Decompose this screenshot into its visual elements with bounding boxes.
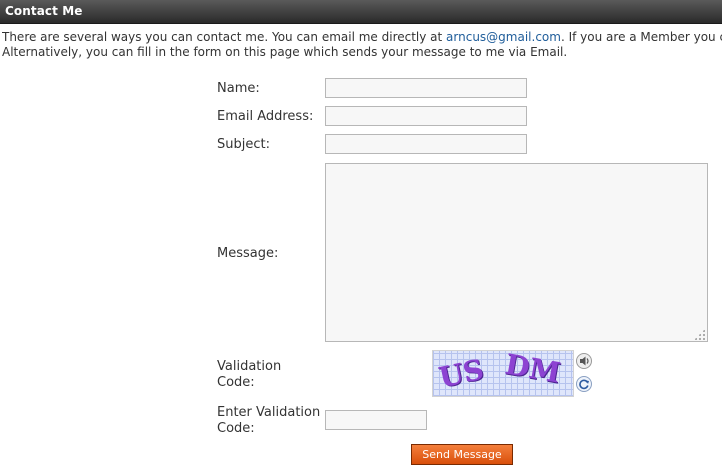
- message-field[interactable]: [325, 163, 708, 342]
- email-label: Email Address:: [217, 109, 314, 124]
- intro-line-2: Alternatively, you can fill in the form …: [2, 44, 568, 59]
- captcha-image: US DM: [432, 350, 574, 397]
- subject-field[interactable]: [325, 134, 527, 154]
- validation-code-label: Validation Code:: [217, 359, 281, 391]
- validation-label-line-1: Validation: [217, 359, 282, 374]
- message-label: Message:: [217, 246, 279, 261]
- validation-code-field[interactable]: [325, 410, 427, 430]
- intro-line-1: There are several ways you can contact m…: [2, 30, 722, 45]
- speaker-icon[interactable]: [575, 352, 593, 370]
- captcha-text-a: US: [435, 352, 487, 395]
- email-link[interactable]: arncus@gmail.com: [446, 30, 561, 44]
- intro-line-1-end: . If you are a Member you can se: [560, 30, 722, 44]
- captcha-text-b: DM: [502, 350, 563, 390]
- page-title: Contact Me: [5, 4, 83, 18]
- page-header: Contact Me: [0, 0, 722, 24]
- name-label: Name:: [217, 81, 260, 96]
- enter-validation-label: Enter Validation Code:: [217, 405, 320, 437]
- subject-label: Subject:: [217, 137, 270, 152]
- send-message-button[interactable]: Send Message: [411, 444, 513, 465]
- refresh-icon[interactable]: [575, 375, 593, 393]
- enter-validation-label-line-1: Enter Validation: [217, 405, 321, 420]
- intro-text: There are several ways you can contact m…: [2, 30, 722, 59]
- enter-validation-label-line-2: Code:: [217, 421, 255, 436]
- email-field[interactable]: [325, 106, 527, 126]
- name-field[interactable]: [325, 78, 527, 98]
- intro-line-1-start: There are several ways you can contact m…: [2, 30, 447, 44]
- validation-label-line-2: Code:: [217, 375, 255, 390]
